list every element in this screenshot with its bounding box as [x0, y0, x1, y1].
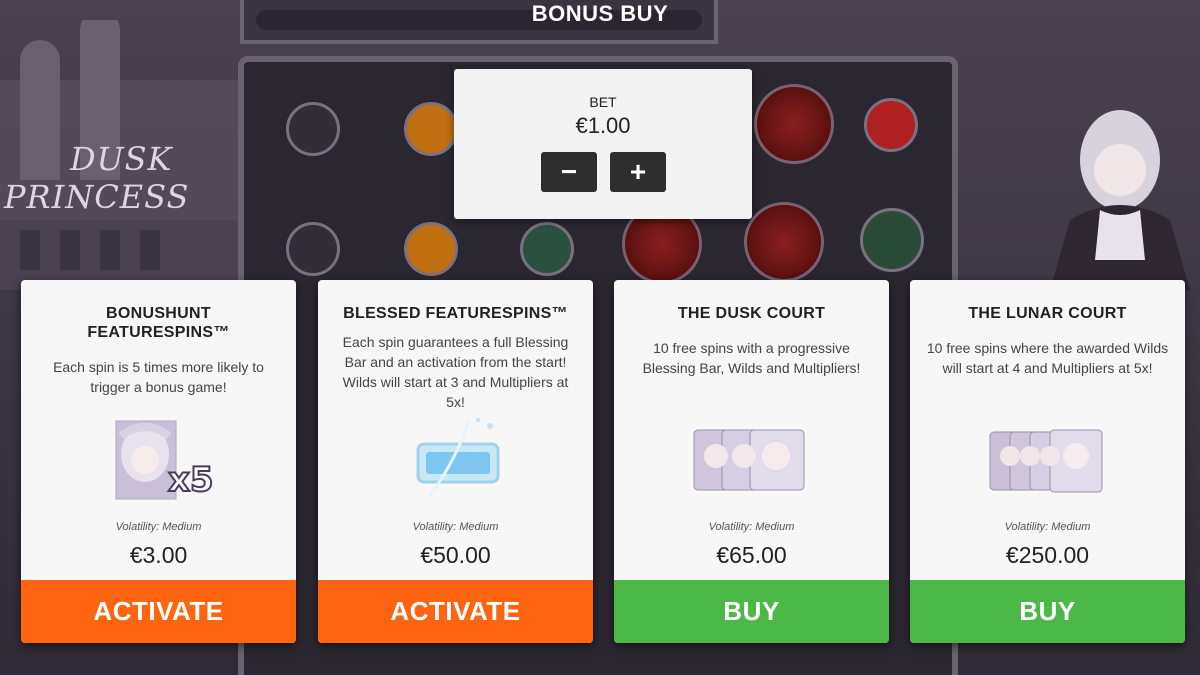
volatility-label: Volatility: Medium: [708, 521, 795, 533]
reel-symbol-gem: [864, 98, 918, 152]
card-image: [614, 416, 889, 506]
buy-button[interactable]: BUY: [910, 580, 1185, 643]
bet-increase-button[interactable]: +: [610, 152, 666, 192]
bonus-card-blessed: BLESSED FEATURESPINS™ Each spin guarante…: [318, 280, 593, 643]
card-price: €250.00: [1005, 542, 1090, 568]
card-image: x5: [21, 416, 296, 506]
card-price: €50.00: [420, 542, 491, 568]
game-logo-line1: DUSK: [70, 140, 173, 178]
card-title: THE LUNAR COURT: [968, 305, 1127, 322]
reel-symbol-crown: [744, 202, 824, 282]
bonus-card-bonushunt: BONUSHUNT FEATURESPINS™ Each spin is 5 t…: [21, 280, 296, 643]
bet-value: €1.00: [575, 113, 631, 138]
card-description: 10 free spins with a progressive Blessin…: [642, 340, 861, 376]
page-title: BONUS BUY: [531, 1, 669, 26]
reel-symbol-candle: [860, 208, 924, 272]
reel-symbol-gem: [404, 222, 458, 276]
three-princess-portraits-icon: [693, 429, 805, 491]
reel-symbol-gem: [286, 222, 340, 276]
volatility-label: Volatility: Medium: [412, 521, 499, 533]
volatility-label: Volatility: Medium: [115, 521, 202, 533]
card-price: €65.00: [716, 542, 787, 568]
plus-icon: +: [629, 156, 647, 187]
four-princess-portraits-icon: [989, 429, 1103, 493]
card-title: BONUSHUNT FEATURESPINS™: [87, 305, 230, 341]
card-description: Each spin is 5 times more likely to trig…: [53, 359, 264, 395]
bonus-card-dusk-court: THE DUSK COURT 10 free spins with a prog…: [614, 280, 889, 643]
activate-button[interactable]: ACTIVATE: [21, 580, 296, 643]
volatility-label: Volatility: Medium: [1004, 521, 1091, 533]
card-image: [910, 416, 1185, 506]
reel-symbol-gem: [286, 102, 340, 156]
bonus-card-lunar-court: THE LUNAR COURT 10 free spins where the …: [910, 280, 1185, 643]
activate-button[interactable]: ACTIVATE: [318, 580, 593, 643]
princess-character: [1050, 110, 1190, 290]
card-title: THE DUSK COURT: [677, 305, 826, 322]
bet-panel: BET €1.00 − +: [454, 69, 752, 219]
buy-button[interactable]: BUY: [614, 580, 889, 643]
game-logo-line2: PRINCESS: [4, 178, 190, 216]
blessing-bar-icon: [416, 418, 500, 497]
card-description: 10 free spins where the awarded Wilds wi…: [926, 340, 1169, 376]
bet-decrease-button[interactable]: −: [541, 152, 597, 192]
card-description: Each spin guarantees a full Blessing Bar…: [342, 334, 569, 410]
reel-symbol-gem: [404, 102, 458, 156]
card-title: BLESSED FEATURESPINS™: [343, 305, 568, 322]
card-image: [318, 416, 593, 506]
multiplier-badge: x5: [167, 459, 215, 501]
card-price: €3.00: [129, 542, 188, 568]
minus-icon: −: [560, 156, 578, 187]
reel-symbol-gem: [520, 222, 574, 276]
princess-portrait-icon: [115, 420, 177, 500]
reel-symbol-crown: [754, 84, 834, 164]
bet-label: BET: [589, 94, 617, 110]
